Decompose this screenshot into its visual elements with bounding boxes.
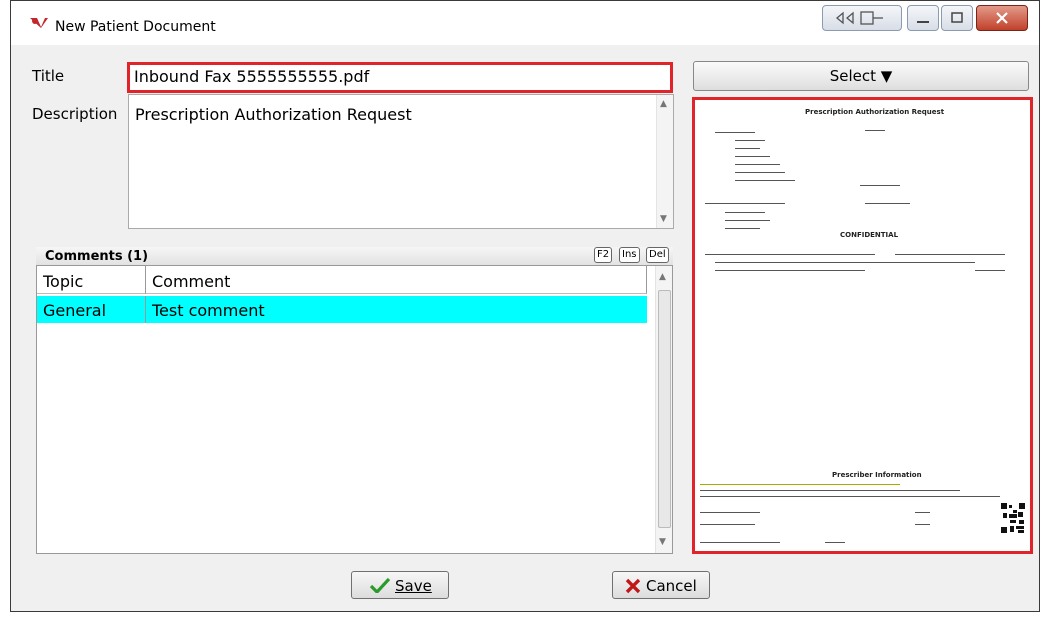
preview-line (700, 524, 755, 525)
save-button[interactable]: Save (351, 571, 449, 599)
delete-comment-hotkey[interactable]: Del (646, 247, 669, 263)
preview-line (735, 140, 765, 141)
scroll-up-icon[interactable]: ▲ (660, 99, 667, 109)
preview-line (700, 496, 1000, 497)
preview-line (735, 148, 760, 149)
preview-line (735, 180, 795, 181)
preview-line (725, 220, 770, 221)
column-header-comment[interactable]: Comment (146, 266, 647, 294)
preview-line (700, 484, 900, 485)
preview-line (860, 185, 900, 186)
checkmark-icon (369, 577, 391, 593)
save-label: Save (395, 577, 432, 595)
cell-topic: General (37, 296, 146, 323)
preview-line (915, 512, 930, 513)
preview-heading: Prescription Authorization Request (805, 108, 945, 116)
close-button[interactable] (976, 5, 1028, 31)
close-icon (996, 12, 1008, 24)
preview-line (915, 524, 930, 525)
preview-line (700, 490, 960, 491)
scroll-down-icon[interactable]: ▼ (659, 537, 666, 547)
preview-line (715, 270, 865, 271)
cell-comment: Test comment (152, 301, 265, 320)
preview-section-label: CONFIDENTIAL (840, 231, 899, 239)
dialog-window: New Patient Document Title Inbound Fax 5… (10, 0, 1040, 612)
minimize-button[interactable] (907, 5, 939, 31)
comments-header: Comments (1) F2 Ins Del (36, 247, 673, 265)
preview-line (865, 130, 885, 131)
extra-window-button[interactable] (822, 5, 902, 31)
table-row[interactable]: General Test comment (37, 296, 647, 323)
preview-line (700, 542, 780, 543)
preview-line (700, 512, 760, 513)
preview-line (725, 228, 760, 229)
dock-icon (835, 11, 883, 25)
title-field[interactable]: Inbound Fax 5555555555.pdf (127, 62, 673, 93)
preview-line (735, 156, 770, 157)
scroll-up-icon[interactable]: ▲ (659, 272, 666, 282)
cancel-x-icon (625, 578, 641, 594)
insert-comment-hotkey[interactable]: Ins (619, 247, 640, 263)
preview-line (725, 212, 765, 213)
description-field[interactable]: Prescription Authorization Request ▲ ▼ (128, 94, 674, 229)
minimize-icon (917, 21, 929, 23)
column-header-topic[interactable]: Topic (37, 266, 146, 294)
comments-title: Comments (1) (45, 249, 149, 264)
cancel-button[interactable]: Cancel (612, 571, 710, 599)
select-button[interactable]: Select ▼ (693, 61, 1029, 91)
preview-line (735, 172, 785, 173)
preview-line (975, 270, 1005, 271)
edit-comment-hotkey[interactable]: F2 (594, 247, 613, 263)
title-label: Title (32, 67, 65, 85)
preview-line (865, 203, 910, 204)
maximize-icon (951, 12, 963, 23)
preview-line (825, 542, 845, 543)
preview-line (715, 132, 755, 133)
scroll-down-icon[interactable]: ▼ (660, 214, 667, 224)
window-title: New Patient Document (55, 19, 216, 35)
cancel-label: Cancel (646, 577, 697, 595)
title-bar[interactable]: New Patient Document (11, 1, 1039, 45)
preview-line (735, 164, 780, 165)
preview-line (715, 262, 975, 263)
description-text: Prescription Authorization Request (135, 105, 412, 124)
comments-scrollbar[interactable]: ▲ ▼ (655, 266, 672, 553)
qr-code-icon (1000, 502, 1026, 534)
description-scrollbar[interactable]: ▲ ▼ (656, 95, 673, 228)
description-label: Description (32, 105, 118, 123)
app-logo-icon (30, 18, 48, 28)
maximize-button[interactable] (941, 5, 973, 31)
comments-table: Topic Comment General Test comment ▲ ▼ (36, 265, 673, 554)
preview-line (705, 203, 785, 204)
document-preview[interactable]: Prescription Authorization Request CONFI… (692, 97, 1033, 554)
scroll-thumb[interactable] (658, 290, 671, 528)
preview-line (895, 254, 1005, 255)
preview-line (705, 254, 875, 255)
preview-footer-heading: Prescriber Information (832, 471, 922, 479)
